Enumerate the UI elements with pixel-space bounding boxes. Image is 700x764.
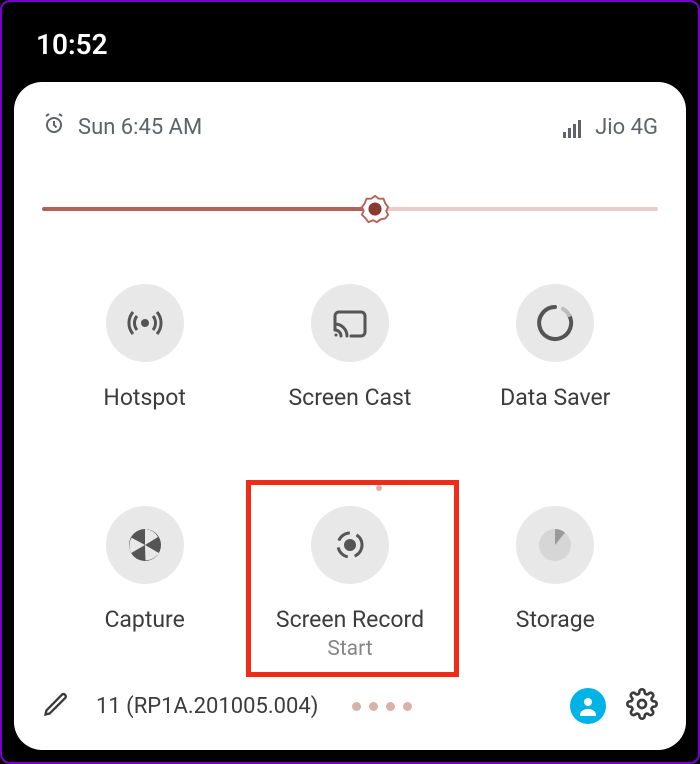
tile-label: Capture	[104, 606, 184, 635]
tile-data-saver[interactable]: Data Saver	[460, 284, 650, 413]
signal-icon	[563, 116, 585, 138]
tile-sublabel: Start	[327, 637, 372, 661]
tile-label: Screen Record	[276, 606, 424, 635]
status-bar-time: 10:52	[36, 28, 108, 61]
brightness-thumb-icon[interactable]	[360, 194, 390, 224]
tiles-grid: Hotspot Screen Cast Data Saver	[42, 284, 658, 674]
tile-hotspot[interactable]: Hotspot	[50, 284, 240, 413]
storage-pie-icon	[516, 506, 594, 584]
pager-dot-icon	[376, 485, 382, 491]
shutter-icon	[106, 506, 184, 584]
record-icon	[311, 506, 389, 584]
build-version: 11 (RP1A.201005.004)	[96, 694, 318, 719]
alarm-time-label: Sun 6:45 AM	[78, 115, 202, 140]
panel-header: Sun 6:45 AM Jio 4G	[42, 112, 658, 142]
tile-storage[interactable]: Storage	[460, 506, 650, 635]
page-indicator[interactable]	[352, 702, 412, 711]
tile-label: Screen Cast	[289, 384, 412, 413]
edit-tiles-icon[interactable]	[42, 690, 70, 722]
settings-gear-icon[interactable]	[626, 688, 658, 724]
brightness-track	[42, 207, 658, 211]
data-saver-icon	[516, 284, 594, 362]
brightness-slider[interactable]	[42, 194, 658, 224]
panel-footer: 11 (RP1A.201005.004)	[42, 674, 658, 730]
carrier-label: Jio 4G	[595, 115, 658, 140]
tile-screen-record[interactable]: Screen Record Start	[255, 506, 445, 661]
hotspot-icon	[106, 284, 184, 362]
tile-label: Storage	[516, 606, 595, 635]
user-avatar-icon[interactable]	[570, 688, 606, 724]
cast-icon	[311, 284, 389, 362]
tile-label: Data Saver	[500, 384, 610, 413]
tile-screen-cast[interactable]: Screen Cast	[255, 284, 445, 413]
quick-settings-panel: Sun 6:45 AM Jio 4G	[14, 82, 686, 750]
alarm-icon	[42, 112, 66, 142]
tile-label: Hotspot	[103, 384, 185, 413]
tile-capture[interactable]: Capture	[50, 506, 240, 635]
